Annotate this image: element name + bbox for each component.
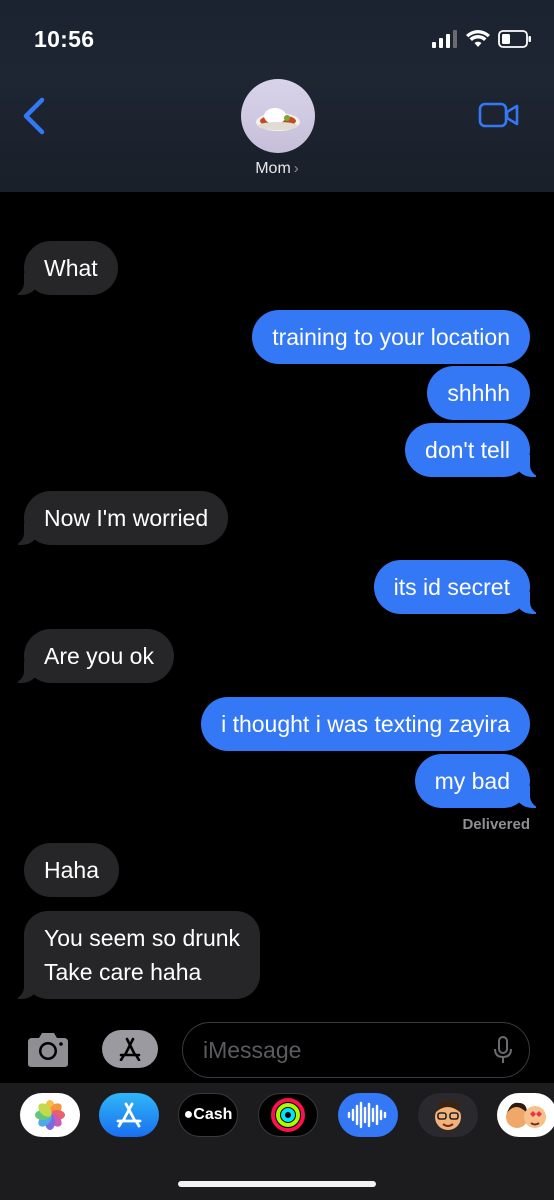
conversation-header: 10:56 Mom › xyxy=(0,0,554,192)
cellular-signal-icon xyxy=(432,30,457,48)
contact-name[interactable]: Mom › xyxy=(0,160,554,178)
message-line: You seem so drunk xyxy=(44,925,241,951)
memoji-app-button[interactable] xyxy=(418,1093,478,1137)
imessage-placeholder: iMessage xyxy=(203,1037,302,1063)
home-indicator[interactable] xyxy=(178,1181,376,1187)
message-bubble-sent[interactable]: don't tell xyxy=(405,423,544,477)
contact-chevron-icon: › xyxy=(293,160,299,177)
audio-message-app-button[interactable] xyxy=(338,1093,398,1137)
message-bubble-sent[interactable]: shhhh xyxy=(427,366,530,420)
apple-cash-icon: ●Cash xyxy=(183,1106,233,1123)
message-bubble-received[interactable]: Are you ok xyxy=(10,629,174,683)
status-icons xyxy=(432,30,532,48)
message-line: Take care haha xyxy=(44,959,202,985)
app-store-icon xyxy=(119,1037,141,1061)
message-bubble-sent[interactable]: i thought i was texting zayira xyxy=(201,697,530,751)
message-bubble-sent[interactable]: its id secret xyxy=(373,560,545,614)
delivered-status: Delivered xyxy=(462,816,530,833)
camera-icon[interactable] xyxy=(24,1030,72,1070)
contact-name-text: Mom xyxy=(255,160,291,177)
imessage-input[interactable]: iMessage xyxy=(182,1022,530,1078)
apple-cash-label: Cash xyxy=(193,1106,233,1123)
app-store-drawer-button[interactable] xyxy=(102,1030,158,1068)
message-bubble-received-multiline[interactable]: You seem so drunk Take care haha xyxy=(9,911,261,999)
activity-app-button[interactable] xyxy=(258,1093,318,1137)
photos-app-button[interactable] xyxy=(20,1093,80,1137)
message-bubble-sent[interactable]: training to your location xyxy=(252,310,530,364)
app-store-app-button[interactable] xyxy=(99,1093,159,1137)
message-bubble-sent[interactable]: my bad xyxy=(414,754,545,808)
wifi-icon xyxy=(466,30,490,47)
memoji-icon xyxy=(435,1100,461,1130)
memoji-stickers-app-button[interactable] xyxy=(497,1093,554,1137)
message-bubble-received[interactable]: What xyxy=(10,241,118,295)
back-chevron-icon[interactable] xyxy=(20,96,50,136)
photos-icon xyxy=(35,1100,65,1130)
battery-icon xyxy=(498,30,531,48)
microphone-icon[interactable] xyxy=(493,1035,513,1065)
memoji-stickers-icon xyxy=(506,1102,546,1128)
audio-message-icon xyxy=(347,1101,387,1129)
apple-cash-app-button[interactable]: ●Cash xyxy=(178,1093,238,1137)
message-bubble-received[interactable]: Haha xyxy=(24,843,119,897)
app-store-icon xyxy=(116,1102,142,1128)
facetime-video-icon[interactable] xyxy=(478,100,520,130)
message-bubble-received[interactable]: Now I'm worried xyxy=(9,491,229,545)
activity-icon xyxy=(271,1098,305,1132)
rice-bowl-icon xyxy=(256,108,300,131)
contact-avatar[interactable] xyxy=(241,79,315,153)
status-time: 10:56 xyxy=(34,26,95,52)
